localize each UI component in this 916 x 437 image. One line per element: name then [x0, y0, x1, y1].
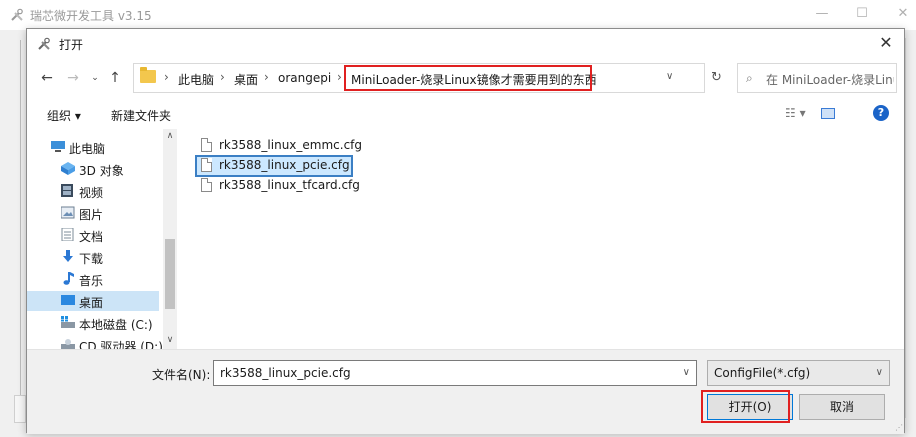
app-title: 瑞芯微开发工具 v3.15 — [30, 9, 152, 23]
cd-drive-icon — [61, 339, 75, 349]
chevron-down-icon[interactable]: ∨ — [876, 367, 883, 378]
minimize-icon[interactable]: — — [812, 6, 832, 22]
nav-item-label: 此电脑 — [69, 142, 106, 156]
breadcrumb-this-pc[interactable]: 此电脑 — [178, 71, 214, 88]
file-item-selected[interactable]: rk3588_linux_pcie.cfg — [195, 155, 353, 177]
nav-item-local-disk-c[interactable]: 本地磁盘 (C:) — [27, 313, 159, 333]
chevron-down-icon[interactable]: ∨ — [683, 367, 690, 378]
back-arrow-icon[interactable]: ← — [39, 70, 55, 86]
close-icon[interactable]: ✕ — [876, 33, 896, 53]
scroll-thumb[interactable] — [165, 239, 175, 309]
file-icon — [201, 158, 212, 172]
tools-icon — [11, 8, 23, 21]
file-icon — [201, 178, 212, 192]
file-icon — [201, 138, 212, 152]
nav-item-music[interactable]: 音乐 — [27, 269, 159, 289]
nav-item-label: 音乐 — [79, 274, 104, 288]
recent-locations-chevron-icon[interactable]: ⌄ — [87, 70, 103, 86]
nav-item-this-pc[interactable]: 此电脑 — [27, 137, 159, 157]
view-options-icon[interactable]: ☷ ▾ — [785, 106, 806, 120]
file-item[interactable]: rk3588_linux_emmc.cfg — [197, 137, 362, 155]
filename-input[interactable]: rk3588_linux_pcie.cfg ∨ — [213, 360, 697, 386]
dialog-title: 打开 — [59, 38, 84, 52]
up-arrow-icon[interactable]: ↑ — [107, 70, 123, 86]
nav-item-label: 视频 — [79, 186, 104, 200]
scroll-up-icon[interactable]: ∧ — [163, 129, 177, 143]
file-name: rk3588_linux_pcie.cfg — [219, 158, 350, 172]
nav-item-label: 桌面 — [79, 296, 104, 310]
nav-item-label: 文档 — [79, 230, 104, 244]
breadcrumb-separator: › — [164, 70, 169, 84]
dialog-toolbar: 组织 ▾ 新建文件夹 ☷ ▾ ? — [27, 99, 904, 127]
background-panel-right — [905, 38, 916, 418]
forward-arrow-icon[interactable]: → — [65, 70, 81, 86]
address-bar[interactable]: › 此电脑 › 桌面 › orangepi › MiniLoader-烧录Lin… — [133, 63, 705, 93]
nav-item-label: 本地磁盘 (C:) — [79, 318, 153, 332]
search-box[interactable]: ⌕ 在 MiniLoader-烧录Linux... — [737, 63, 897, 93]
new-folder-button[interactable]: 新建文件夹 — [111, 107, 171, 124]
file-item[interactable]: rk3588_linux_tfcard.cfg — [197, 177, 360, 195]
pictures-icon — [61, 206, 75, 219]
nav-item-label: 下载 — [79, 252, 104, 266]
file-list: rk3588_linux_emmc.cfg rk3588_linux_pcie.… — [195, 133, 897, 349]
video-icon — [61, 184, 73, 197]
highlight-box — [344, 65, 592, 91]
nav-item-videos[interactable]: 视频 — [27, 181, 159, 201]
background-titlebar: 瑞芯微开发工具 v3.15 — ☐ ✕ — [0, 0, 916, 30]
nav-item-cd-drive-d[interactable]: CD 驱动器 (D:) — [27, 335, 163, 349]
open-file-dialog: 打开 ✕ ← → ⌄ ↑ › 此电脑 › 桌面 › orangepi › Min… — [26, 28, 905, 434]
desktop-icon — [61, 295, 75, 305]
refresh-icon[interactable]: ↻ — [711, 70, 722, 85]
cancel-button[interactable]: 取消 — [799, 394, 885, 420]
scroll-down-icon[interactable]: ∨ — [163, 333, 177, 347]
folder-icon — [140, 67, 156, 83]
drive-icon — [61, 316, 75, 328]
navigation-pane: 此电脑 3D 对象 视频 图片 文档 下载 音乐 桌面 本地磁盘 (C:) CD… — [27, 129, 189, 349]
nav-item-pictures[interactable]: 图片 — [27, 203, 159, 223]
download-icon — [63, 250, 73, 262]
dialog-titlebar: 打开 ✕ — [27, 29, 904, 59]
3d-objects-icon — [61, 162, 75, 175]
preview-pane-icon[interactable] — [821, 108, 835, 119]
background-control — [14, 395, 26, 423]
resize-grip-icon[interactable]: ⋰ — [895, 423, 903, 432]
nav-item-label: 图片 — [79, 208, 104, 222]
nav-item-desktop[interactable]: 桌面 — [27, 291, 159, 311]
documents-icon — [61, 228, 74, 241]
search-icon: ⌕ — [746, 71, 753, 85]
nav-scrollbar[interactable]: ∧ ∨ — [163, 129, 177, 349]
maximize-icon[interactable]: ☐ — [852, 6, 872, 22]
tools-icon — [38, 37, 50, 50]
filetype-value: ConfigFile(*.cfg) — [714, 366, 811, 380]
nav-item-documents[interactable]: 文档 — [27, 225, 159, 245]
organize-menu[interactable]: 组织 ▾ — [47, 107, 81, 124]
breadcrumb-desktop[interactable]: 桌面 — [234, 71, 258, 88]
filetype-select[interactable]: ConfigFile(*.cfg) ∨ — [707, 360, 890, 386]
breadcrumb-separator: › — [337, 70, 342, 84]
nav-item-3d-objects[interactable]: 3D 对象 — [27, 159, 159, 179]
breadcrumb-orangepi[interactable]: orangepi — [278, 71, 331, 85]
search-placeholder: 在 MiniLoader-烧录Linux... — [766, 73, 894, 87]
filename-value: rk3588_linux_pcie.cfg — [220, 366, 351, 380]
nav-item-label: CD 驱动器 (D:) — [79, 340, 163, 349]
highlight-box — [701, 390, 790, 423]
breadcrumb-separator: › — [220, 70, 225, 84]
navigation-bar: ← → ⌄ ↑ › 此电脑 › 桌面 › orangepi › MiniLoad… — [27, 61, 904, 95]
help-icon[interactable]: ? — [873, 105, 889, 121]
nav-item-downloads[interactable]: 下载 — [27, 247, 159, 267]
file-name: rk3588_linux_emmc.cfg — [219, 138, 363, 152]
filename-label: 文件名(N): — [152, 368, 211, 382]
nav-item-label: 3D 对象 — [79, 164, 124, 178]
file-name: rk3588_linux_tfcard.cfg — [219, 178, 360, 192]
music-icon — [63, 272, 74, 285]
app-close-icon[interactable]: ✕ — [893, 6, 913, 22]
pc-icon — [51, 141, 65, 152]
breadcrumb-separator: › — [264, 70, 269, 84]
dialog-footer: 文件名(N): rk3588_linux_pcie.cfg ∨ ConfigFi… — [27, 349, 904, 434]
address-dropdown-icon[interactable]: ∨ — [666, 71, 673, 82]
